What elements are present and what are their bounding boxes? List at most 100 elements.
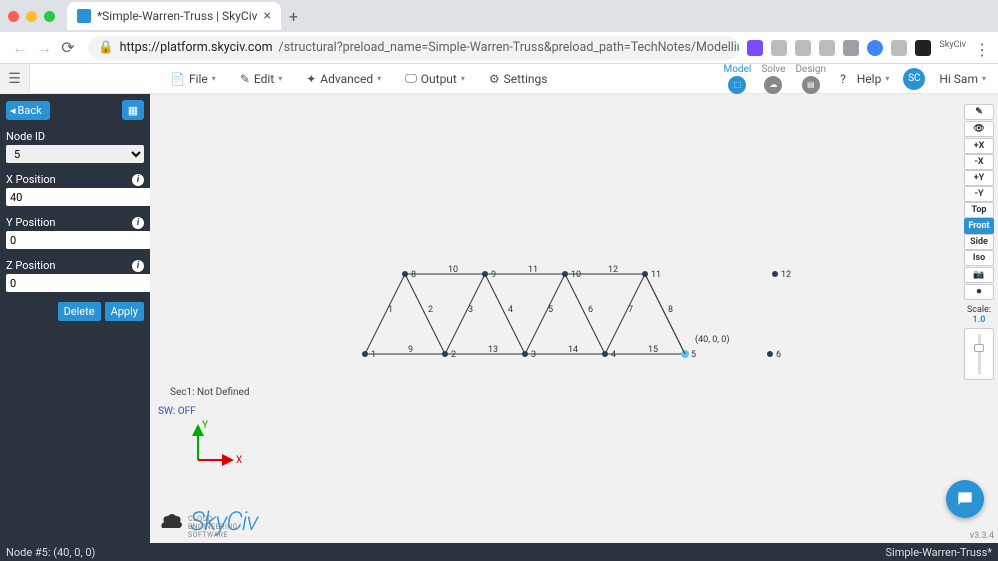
svg-text:8: 8 [668,305,673,315]
y-position-input[interactable] [6,231,154,249]
truss-drawing: 12345678910111213141512345689101112(40, … [365,274,865,398]
y-position-label: Y Positioni [0,212,150,231]
svg-text:Y: Y [202,420,208,431]
svg-text:11: 11 [651,270,661,280]
svg-text:9: 9 [408,345,413,355]
window-controls[interactable] [8,11,55,22]
delete-button[interactable]: Delete [58,302,101,321]
browser-menu-icon[interactable]: ⋮ [974,40,990,56]
monitor-icon: 🖵 [405,71,417,86]
svg-text:7: 7 [628,305,633,315]
view-plusminus-x-button[interactable]: +X [964,138,994,154]
apply-button[interactable]: Apply [105,302,144,321]
info-icon[interactable]: i [132,260,144,272]
gear-icon: ⚙ [489,72,500,86]
favicon-icon [77,9,91,23]
close-tab-icon[interactable]: × [263,8,270,24]
view-minus-y-button[interactable]: -Y [964,186,994,202]
datasheet-button[interactable]: ▦ [122,100,144,120]
ext-icon[interactable] [747,40,763,56]
info-icon[interactable]: i [132,174,144,186]
record-tool[interactable]: ⏺ [964,284,994,300]
back-nav-button[interactable]: ← [8,38,32,58]
mode-solve[interactable]: Solve☁ [761,64,785,94]
extension-icons: SkyCiv ⋮ [747,40,990,56]
view-iso-button[interactable]: Iso [964,250,994,266]
hamburger-menu-button[interactable]: ☰ [0,64,30,94]
svg-text:13: 13 [488,345,498,355]
camera-tool[interactable]: 📷 [964,267,994,283]
menu-edit[interactable]: ✎Edit▾ [240,71,282,86]
svg-text:4: 4 [508,305,513,315]
browser-tab[interactable]: *Simple-Warren-Truss | SkyCiv × [67,2,281,30]
ext-icon[interactable] [795,40,811,56]
svg-text:4: 4 [611,350,616,360]
app-toolbar: ☰ 📄File▾ ✎Edit▾ ✦Advanced▾ 🖵Output▾ ⚙Set… [0,64,998,94]
ext-icon[interactable] [891,40,907,56]
svg-text:10: 10 [571,270,581,280]
reload-button[interactable]: ⟳ [56,38,80,57]
svg-text:8: 8 [411,270,416,280]
svg-text:(40, 0, 0): (40, 0, 0) [695,334,729,345]
panel-back-button[interactable]: ◂Back [6,101,50,120]
grid-icon: ▦ [128,104,138,117]
lock-icon: 🔒 [98,40,114,55]
app-menus: 📄File▾ ✎Edit▾ ✦Advanced▾ 🖵Output▾ ⚙Setti… [170,71,547,86]
close-window-icon[interactable] [8,11,19,22]
pencil-tool[interactable]: ✎ [964,104,994,120]
z-position-input[interactable] [6,274,154,292]
menu-advanced[interactable]: ✦Advanced▾ [306,71,381,86]
info-icon[interactable]: i [132,217,144,229]
visibility-tool[interactable]: 👁 [964,121,994,137]
address-bar-row: ← → ⟳ 🔒 https://platform.skyciv.com/stru… [0,32,998,64]
url-input[interactable]: 🔒 https://platform.skyciv.com/structural… [88,36,739,60]
menu-file[interactable]: 📄File▾ [170,71,216,86]
brand-logo: SkyCiv CLOUD ENGINEERING SOFTWARE [158,507,258,537]
svg-text:9: 9 [491,270,496,280]
svg-text:3: 3 [531,350,536,360]
toolbar-right: Model⬚ Solve☁ Design▤ ? Help▾ SC Hi Sam▾ [724,64,998,94]
mode-model[interactable]: Model⬚ [724,64,752,94]
model-canvas[interactable]: 12345678910111213141512345689101112(40, … [150,94,998,543]
view-side-button[interactable]: Side [964,234,994,250]
ext-icon[interactable] [915,40,931,56]
chat-button[interactable] [946,480,984,518]
ext-icon[interactable] [819,40,835,56]
z-position-label: Z Positioni [0,255,150,274]
view-tools: ✎ 👁 +X-X+Y-YTopFrontSideIso 📷 ⏺ Scale:1.… [964,104,994,380]
browser-tab-strip: *Simple-Warren-Truss | SkyCiv × + [0,0,998,32]
workspace: ◂Back ▦ Node ID 5 X Positioni ft Y Posit… [0,94,998,543]
view-front-button[interactable]: Front [964,218,994,234]
mode-design[interactable]: Design▤ [795,64,826,94]
x-position-input[interactable] [6,188,154,206]
user-menu[interactable]: Hi Sam▾ [939,72,986,86]
view-plusminus-y-button[interactable]: +Y [964,170,994,186]
ext-icon[interactable] [771,40,787,56]
svg-text:6: 6 [776,350,781,360]
file-icon: 📄 [170,72,185,86]
maximize-window-icon[interactable] [44,11,55,22]
view-minus-x-button[interactable]: -X [964,154,994,170]
url-host: https://platform.skyciv.com [120,40,273,55]
menu-settings[interactable]: ⚙Settings [489,71,548,86]
help-menu[interactable]: ? Help▾ [840,72,889,86]
status-right: Simple-Warren-Truss* [886,546,993,559]
axes-indicator: Y X [190,420,250,474]
svg-text:6: 6 [588,305,593,315]
tab-title: *Simple-Warren-Truss | SkyCiv [97,9,257,23]
ext-icon[interactable] [867,40,883,56]
view-top-button[interactable]: Top [964,202,994,218]
ext-icon[interactable] [843,40,859,56]
node-id-select[interactable]: 5 [6,145,144,163]
scale-slider[interactable] [964,328,994,380]
url-path: /structural?preload_name=Simple-Warren-T… [279,40,740,55]
svg-text:1: 1 [371,350,376,360]
minimize-window-icon[interactable] [26,11,37,22]
new-tab-button[interactable]: + [289,7,298,26]
svg-text:1: 1 [388,305,393,315]
menu-output[interactable]: 🖵Output▾ [405,71,465,86]
mode-switcher: Model⬚ Solve☁ Design▤ [724,64,827,94]
user-avatar[interactable]: SC [903,68,925,90]
forward-nav-button[interactable]: → [32,38,56,58]
wand-icon: ✦ [306,72,316,86]
